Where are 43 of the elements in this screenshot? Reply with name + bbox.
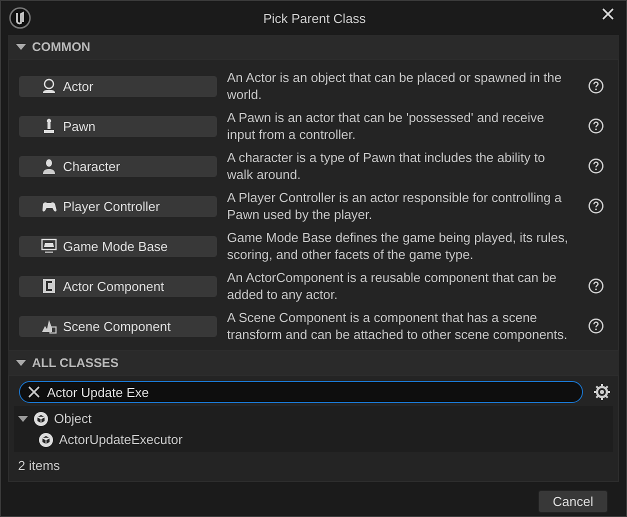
collapse-arrow-icon[interactable] [16, 359, 26, 367]
class-description: Game Mode Base defines the game being played, its rules, scoring, and other facets of the game type. [227, 229, 570, 263]
class-button[interactable]: Actor [19, 76, 217, 96]
search-field[interactable]: Actor Update Exe [19, 381, 583, 403]
class-button[interactable]: Player Controller [19, 196, 217, 216]
class-description: An Actor is an object that can be placed or spawned in the world. [227, 69, 563, 103]
tree-item[interactable]: Object [54, 411, 92, 426]
collapse-arrow-icon[interactable] [18, 414, 28, 422]
section-heading: COMMON [32, 40, 90, 54]
help-icon[interactable] [588, 278, 604, 294]
window-title: Pick Parent Class [262, 10, 367, 26]
class-description: A Pawn is an actor that can be 'possessed' and receive input from a controller. [227, 109, 546, 143]
help-icon[interactable] [588, 158, 604, 174]
section-heading: ALL CLASSES [32, 356, 119, 370]
logo-icon [9, 7, 31, 29]
collapse-arrow-icon[interactable] [16, 43, 26, 51]
class-description: A Player Controller is an actor responsible for controlling a Pawn used by the player. [227, 189, 563, 223]
class-button[interactable]: Game Mode Base [19, 236, 217, 256]
cancel-button[interactable]: Cancel [538, 490, 608, 513]
class-button[interactable]: Pawn [19, 116, 217, 136]
person-icon [41, 158, 57, 174]
class-description: An ActorComponent is a reusable component that can be added to any actor. [227, 269, 558, 303]
clear-icon[interactable] [28, 386, 40, 398]
tree-item[interactable]: ActorUpdateExecutor [59, 432, 183, 447]
class-button[interactable]: Scene Component [19, 316, 217, 336]
pawn-icon [41, 118, 57, 134]
scene-component-icon [41, 318, 57, 334]
help-icon[interactable] [588, 78, 604, 94]
component-icon [41, 278, 57, 294]
help-icon[interactable] [588, 198, 604, 214]
close-icon [602, 8, 614, 20]
help-icon[interactable] [588, 118, 604, 134]
cube-icon [33, 410, 49, 426]
class-description: A Scene Component is a component that has a scene transform and can be attached to other scene components. [227, 309, 568, 343]
class-button[interactable]: Actor Component [19, 276, 217, 296]
monitor-gamepad-icon [41, 238, 57, 254]
help-icon[interactable] [588, 318, 604, 334]
settings-icon[interactable] [593, 383, 611, 401]
cube-icon [38, 432, 54, 448]
sphere-icon [41, 78, 57, 94]
class-description: A character is a type of Pawn that includes the ability to walk around. [227, 149, 546, 183]
class-button[interactable]: Character [19, 156, 217, 176]
item-count: 2 items [17, 457, 61, 475]
